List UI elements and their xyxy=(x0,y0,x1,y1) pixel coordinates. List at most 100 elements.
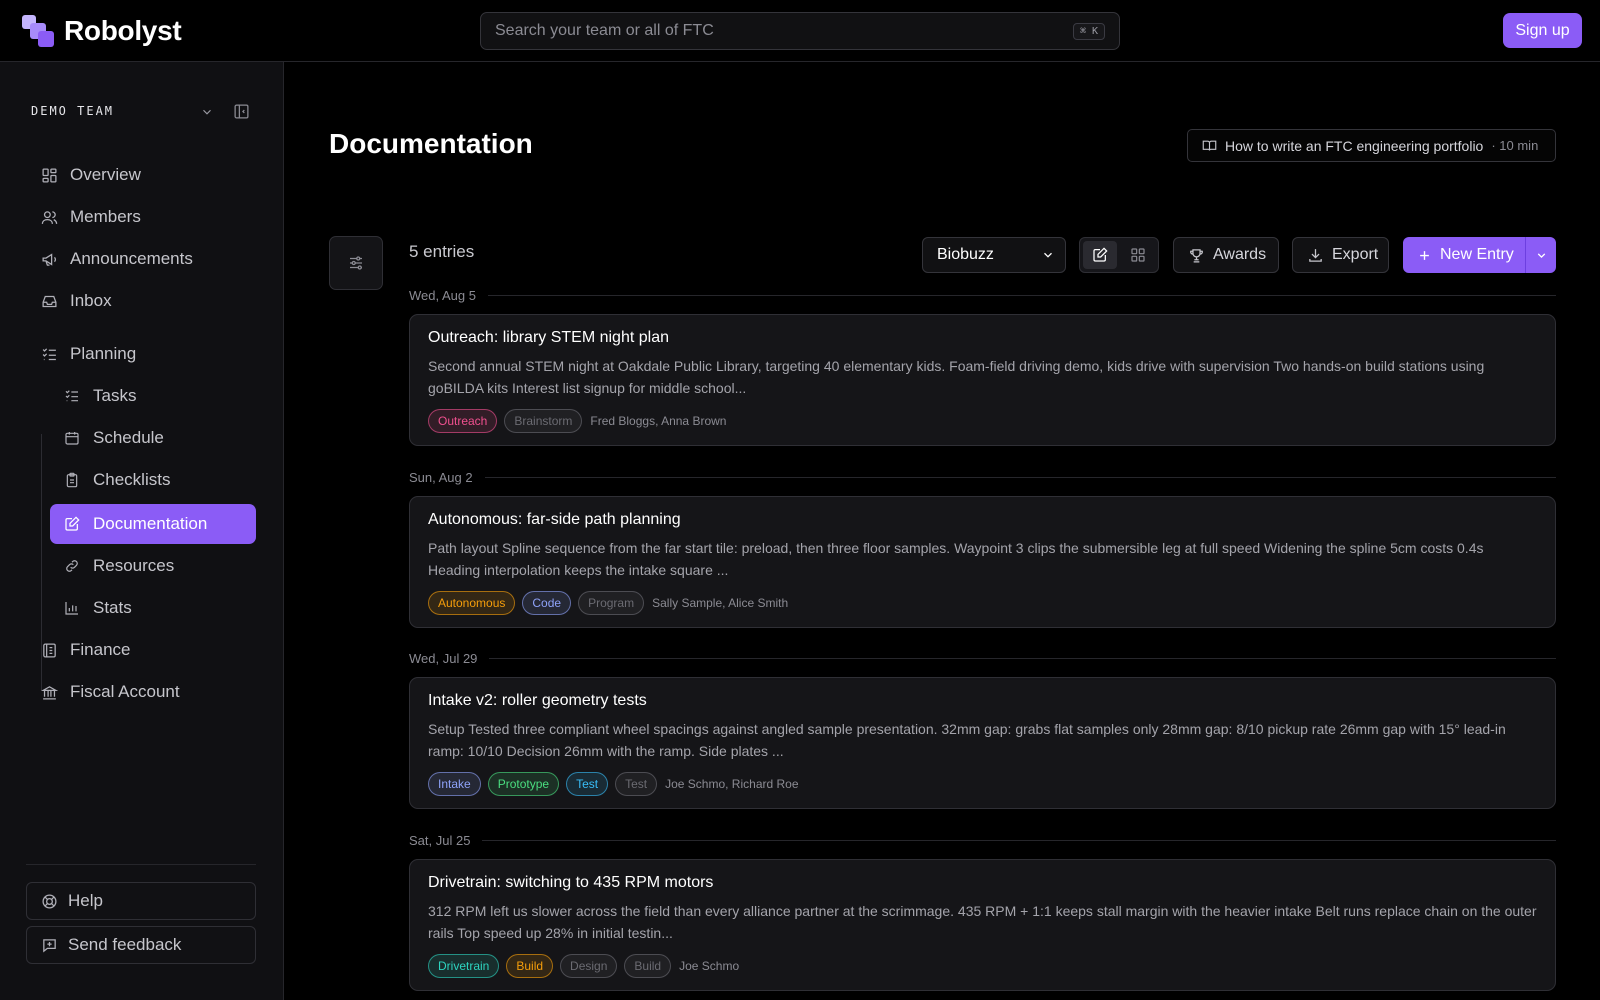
clipboard-icon xyxy=(63,471,81,489)
sidebar-item-label: Inbox xyxy=(70,291,112,310)
top-bar: Robolyst ⌘ K Sign up xyxy=(0,0,1600,62)
help-label: Help xyxy=(68,891,103,910)
sliders-icon xyxy=(347,254,365,272)
portfolio-guide-link[interactable]: How to write an FTC engineering portfoli… xyxy=(1187,129,1556,162)
entry-tags: Outreach Brainstorm Fred Bloggs, Anna Br… xyxy=(428,409,1537,433)
export-button[interactable]: Export xyxy=(1292,237,1389,273)
tag[interactable]: Outreach xyxy=(428,409,498,433)
sidebar-item-tasks[interactable]: Tasks xyxy=(63,376,136,416)
ledger-icon xyxy=(40,641,58,659)
list-view-button[interactable] xyxy=(1083,241,1117,269)
app-name: Robolyst xyxy=(64,15,182,46)
bank-icon xyxy=(40,683,58,701)
entry-excerpt: Path layout Spline sequence from the far… xyxy=(428,540,1484,578)
awards-button[interactable]: Awards xyxy=(1173,237,1279,273)
plus-icon xyxy=(1417,248,1432,263)
tag[interactable]: Program xyxy=(578,591,645,615)
sidebar-item-stats[interactable]: Stats xyxy=(63,588,132,628)
date-label: Sun, Aug 2 xyxy=(409,470,473,485)
bar-chart-icon xyxy=(63,599,81,617)
entry-card[interactable]: Outreach: library STEM night plan Second… xyxy=(409,314,1556,446)
entry-card[interactable]: Autonomous: far-side path planning Path … xyxy=(409,496,1556,628)
sidebar-item-planning[interactable]: Planning xyxy=(40,334,136,374)
sidebar-item-finance[interactable]: Finance xyxy=(40,630,130,670)
entry-authors: Joe Schmo xyxy=(679,959,740,973)
chevron-down-icon[interactable] xyxy=(200,105,214,119)
tag[interactable]: Test xyxy=(566,772,609,796)
tag[interactable]: Design xyxy=(560,954,618,978)
edit-icon xyxy=(1092,247,1108,263)
grid-icon xyxy=(1130,247,1146,263)
chevron-down-icon xyxy=(1535,249,1548,262)
help-button[interactable]: Help xyxy=(26,882,256,920)
sidebar-item-announcements[interactable]: Announcements xyxy=(40,239,193,279)
link-icon xyxy=(63,557,81,575)
tag[interactable]: Drivetrain xyxy=(428,954,500,978)
tag[interactable]: Test xyxy=(615,772,658,796)
new-entry-button-group: New Entry xyxy=(1403,237,1556,273)
entries-count: 5 entries xyxy=(409,242,475,261)
grid-view-button[interactable] xyxy=(1121,241,1155,269)
date-label: Wed, Jul 29 xyxy=(409,651,478,666)
entry-excerpt: Setup Tested three compliant wheel spaci… xyxy=(428,721,1506,759)
tag[interactable]: Autonomous xyxy=(428,591,516,615)
sidebar-item-documentation[interactable]: Documentation xyxy=(50,504,256,544)
tag[interactable]: Intake xyxy=(428,772,481,796)
entry-authors: Joe Schmo, Richard Roe xyxy=(665,777,799,791)
sidebar-item-fiscal-account[interactable]: Fiscal Account xyxy=(40,672,180,712)
sidebar-item-overview[interactable]: Overview xyxy=(40,155,141,195)
date-label: Sat, Jul 25 xyxy=(409,833,471,848)
date-divider xyxy=(484,477,1556,478)
entry-card[interactable]: Drivetrain: switching to 435 RPM motors … xyxy=(409,859,1556,991)
logo-icon xyxy=(22,15,54,47)
megaphone-icon xyxy=(40,250,58,268)
date-divider xyxy=(482,840,1556,841)
entry-excerpt: Second annual STEM night at Oakdale Publ… xyxy=(428,358,1485,396)
search-shortcut: ⌘ K xyxy=(1072,22,1105,40)
sidebar-item-label: Announcements xyxy=(70,249,193,268)
season-select[interactable]: Biobuzz xyxy=(922,237,1066,273)
guide-duration: · 10 min xyxy=(1491,138,1539,153)
sidebar-item-schedule[interactable]: Schedule xyxy=(63,418,164,458)
sidebar-item-members[interactable]: Members xyxy=(40,197,141,237)
users-icon xyxy=(40,208,58,226)
date-header: Wed, Jul 29 xyxy=(409,651,1556,666)
tag[interactable]: Build xyxy=(506,954,554,978)
entry-authors: Sally Sample, Alice Smith xyxy=(652,596,789,610)
tag[interactable]: Code xyxy=(522,591,572,615)
entry-card[interactable]: Intake v2: roller geometry tests Setup T… xyxy=(409,677,1556,809)
chevron-down-icon xyxy=(1041,248,1055,262)
sidebar-item-label: Overview xyxy=(70,165,141,184)
sidebar-item-inbox[interactable]: Inbox xyxy=(40,281,112,321)
lifebuoy-icon xyxy=(41,893,58,910)
sidebar: DEMO TEAM Overview Members Announcements… xyxy=(0,62,284,1000)
sidebar-item-resources[interactable]: Resources xyxy=(63,546,174,586)
feedback-label: Send feedback xyxy=(68,935,182,954)
filter-button[interactable] xyxy=(329,236,383,290)
sidebar-item-label: Stats xyxy=(93,598,132,617)
entry-title: Autonomous: far-side path planning xyxy=(428,511,681,528)
send-feedback-button[interactable]: Send feedback xyxy=(26,926,256,964)
download-icon xyxy=(1307,247,1324,264)
signup-button[interactable]: Sign up xyxy=(1503,13,1582,48)
date-divider xyxy=(489,658,1556,659)
sidebar-item-label: Tasks xyxy=(93,386,137,405)
edit-icon xyxy=(63,515,81,533)
tag[interactable]: Prototype xyxy=(487,772,560,796)
tag[interactable]: Brainstorm xyxy=(504,409,583,433)
sidebar-item-label: Schedule xyxy=(93,428,164,447)
sidebar-item-label: Finance xyxy=(70,640,131,659)
date-label: Wed, Aug 5 xyxy=(409,288,476,303)
sidebar-item-label: Fiscal Account xyxy=(70,682,180,701)
calendar-icon xyxy=(63,429,81,447)
tag[interactable]: Build xyxy=(624,954,672,978)
sidebar-item-checklists[interactable]: Checklists xyxy=(63,460,170,500)
app-logo[interactable]: Robolyst xyxy=(22,15,182,47)
export-label: Export xyxy=(1332,246,1379,263)
search-bar[interactable]: ⌘ K xyxy=(480,12,1120,50)
sidebar-collapse-icon[interactable] xyxy=(233,103,250,120)
grid-icon xyxy=(40,166,58,184)
new-entry-button[interactable]: New Entry xyxy=(1403,237,1525,273)
search-input[interactable] xyxy=(495,22,1073,40)
new-entry-dropdown-button[interactable] xyxy=(1526,237,1556,273)
